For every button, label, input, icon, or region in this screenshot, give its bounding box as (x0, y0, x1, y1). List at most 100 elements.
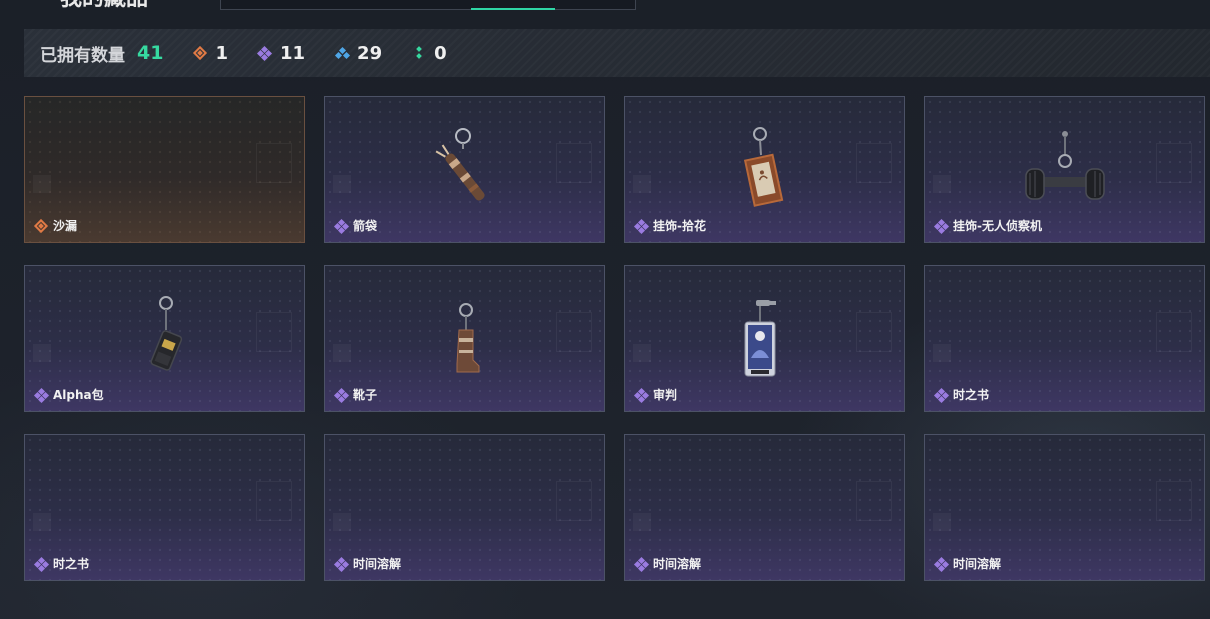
collection-card[interactable]: 沙漏 (24, 96, 305, 243)
card-name: 时之书 (53, 557, 90, 571)
owned-label: 已拥有数量 (40, 45, 125, 66)
card-decoration (633, 175, 651, 193)
card-label: 挂饰-拾花 (633, 217, 706, 234)
purple-diamond-icon (33, 556, 49, 572)
page-header: 我的藏品 (0, 0, 700, 12)
card-decoration (933, 344, 951, 362)
card-label: 时之书 (933, 386, 990, 403)
rarity-purple-count: 11 (257, 42, 306, 64)
purple-diamond-icon (333, 387, 349, 403)
card-decoration (256, 312, 292, 352)
card-decoration (1156, 143, 1192, 183)
card-name: 沙漏 (53, 219, 78, 233)
card-decoration (33, 344, 51, 362)
orange-count-value: 1 (215, 42, 228, 64)
rarity-blue-count: 29 (334, 42, 383, 64)
card-decoration (256, 481, 292, 521)
card-name: 挂饰-无人侦察机 (953, 219, 1042, 233)
green-diamond-icon (412, 46, 426, 60)
card-decoration (333, 344, 351, 362)
card-name: 靴子 (353, 388, 378, 402)
card-decoration (1156, 312, 1192, 352)
card-label: 沙漏 (33, 217, 78, 234)
tab-2[interactable] (325, 0, 429, 9)
purple-diamond-icon (257, 45, 273, 61)
blue-count-value: 29 (357, 42, 383, 64)
card-decoration (633, 513, 651, 531)
collection-card[interactable]: 时间溶解 (324, 434, 605, 581)
card-name: 时间溶解 (353, 557, 402, 571)
card-decoration (33, 513, 51, 531)
card-name: 箭袋 (353, 219, 378, 233)
owned-stats-bar: 已拥有数量 41 1 11 29 0 (24, 29, 1210, 77)
collection-page: 我的藏品 已拥有数量 41 1 11 29 0 (0, 0, 1210, 619)
card-decoration (856, 312, 892, 352)
collection-card[interactable]: 靴子 (324, 265, 605, 412)
collection-card[interactable]: 时间溶解 (624, 434, 905, 581)
card-name: Alpha包 (53, 388, 104, 402)
card-decoration (556, 143, 592, 183)
card-label: Alpha包 (33, 386, 104, 403)
card-decoration (333, 175, 351, 193)
rarity-orange-count: 1 (193, 43, 228, 64)
card-label: 时间溶解 (933, 555, 1002, 572)
card-decoration (856, 143, 892, 183)
collection-grid: 沙漏 箭袋 挂饰-拾花 挂饰-无人侦察机 Alpha包 靴子 审判 时之书 时之… (24, 96, 1205, 581)
purple-diamond-icon (933, 218, 949, 234)
tab-1[interactable] (221, 0, 325, 9)
judgment-card-keychain-icon (720, 296, 810, 378)
card-label: 审判 (633, 386, 678, 403)
purple-diamond-icon (633, 556, 649, 572)
quiver-keychain-icon (420, 127, 510, 209)
card-label: 时间溶解 (333, 555, 402, 572)
collection-card[interactable]: 挂饰-拾花 (624, 96, 905, 243)
card-decoration (33, 175, 51, 193)
card-name: 挂饰-拾花 (653, 219, 706, 233)
orange-diamond-icon (33, 218, 49, 234)
purple-diamond-icon (333, 218, 349, 234)
collection-card[interactable]: 时之书 (924, 265, 1205, 412)
orange-diamond-icon (193, 45, 208, 61)
card-label: 挂饰-无人侦察机 (933, 217, 1042, 234)
card-decoration (933, 513, 951, 531)
purple-diamond-icon (333, 556, 349, 572)
card-name: 审判 (653, 388, 678, 402)
drone-keychain-icon (1020, 127, 1110, 209)
card-name: 时间溶解 (653, 557, 702, 571)
card-decoration (556, 481, 592, 521)
tab-bar (220, 0, 636, 10)
alpha-bag-keychain-icon (120, 296, 210, 378)
collection-card[interactable]: 时之书 (24, 434, 305, 581)
owned-count: 41 (137, 42, 164, 64)
boot-keychain-icon (420, 296, 510, 378)
collection-card[interactable]: Alpha包 (24, 265, 305, 412)
collection-card[interactable]: 挂饰-无人侦察机 (924, 96, 1205, 243)
collection-card[interactable]: 时间溶解 (924, 434, 1205, 581)
green-count-value: 0 (434, 42, 447, 64)
card-label: 时之书 (33, 555, 90, 572)
collection-card[interactable]: 审判 (624, 265, 905, 412)
card-decoration (1156, 481, 1192, 521)
card-decoration (333, 513, 351, 531)
purple-diamond-icon (933, 556, 949, 572)
card-name: 时之书 (953, 388, 990, 402)
purple-count-value: 11 (279, 42, 306, 64)
card-decoration (856, 481, 892, 521)
card-label: 时间溶解 (633, 555, 702, 572)
collection-card[interactable]: 箭袋 (324, 96, 605, 243)
purple-diamond-icon (633, 218, 649, 234)
rarity-green-count: 0 (412, 43, 447, 64)
page-title: 我的藏品 (60, 0, 148, 12)
card-decoration (256, 143, 292, 183)
card-label: 箭袋 (333, 217, 378, 234)
card-label: 靴子 (333, 386, 378, 403)
card-decoration (556, 312, 592, 352)
card-name: 时间溶解 (953, 557, 1002, 571)
active-tab-indicator (471, 8, 555, 10)
purple-diamond-icon (633, 387, 649, 403)
blue-diamond-icon (334, 46, 350, 60)
card-decoration (633, 344, 651, 362)
card-decoration (933, 175, 951, 193)
flower-card-keychain-icon (720, 127, 810, 209)
purple-diamond-icon (33, 387, 49, 403)
